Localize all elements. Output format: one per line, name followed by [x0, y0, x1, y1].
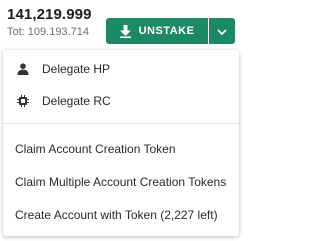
balance-total: Tot: 109.193.714: [7, 26, 89, 38]
balance-amount: 141,219.999: [7, 6, 92, 23]
menu-item-claim-multiple-tokens[interactable]: Claim Multiple Account Creation Tokens: [3, 167, 239, 197]
unstake-button-label: UNSTAKE: [138, 25, 195, 37]
chevron-down-icon: [217, 22, 227, 40]
menu-divider: [3, 123, 239, 124]
unstake-button-group: UNSTAKE: [106, 18, 235, 44]
unstake-button[interactable]: UNSTAKE: [106, 18, 208, 44]
menu-item-create-account-with-token[interactable]: Create Account with Token (2,227 left): [3, 200, 239, 230]
menu-item-delegate-rc[interactable]: Delegate RC: [3, 86, 239, 116]
menu-item-label: Claim Account Creation Token: [15, 142, 176, 156]
download-arrow-icon: [119, 24, 131, 38]
delegate-user-icon: [17, 63, 29, 75]
menu-item-label: Create Account with Token (2,227 left): [15, 208, 218, 222]
menu-item-label: Delegate RC: [42, 94, 111, 108]
unstake-dropdown-menu: Delegate HP Delegate RC Claim Account Cr…: [3, 50, 239, 236]
menu-item-claim-account-token[interactable]: Claim Account Creation Token: [3, 134, 239, 164]
chip-icon: [17, 95, 29, 107]
menu-item-label: Delegate HP: [42, 62, 111, 76]
menu-item-delegate-hp[interactable]: Delegate HP: [3, 54, 239, 84]
menu-item-label: Claim Multiple Account Creation Tokens: [15, 175, 227, 189]
unstake-dropdown-toggle[interactable]: [209, 18, 235, 44]
